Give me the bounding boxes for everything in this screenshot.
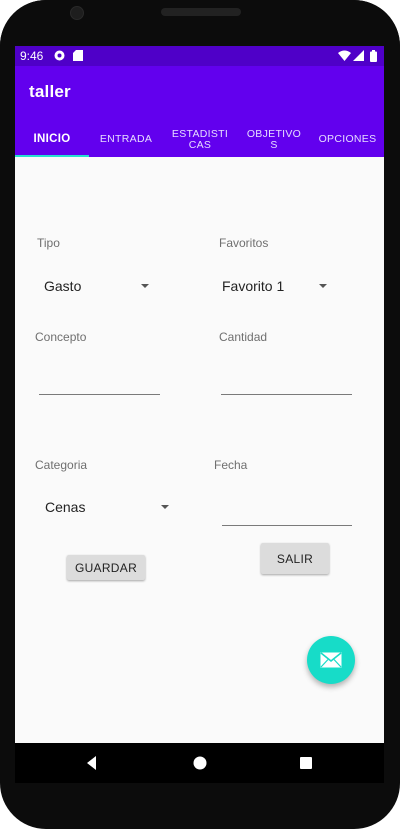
app-title: taller — [29, 82, 71, 101]
tab-label: ENTRADA — [99, 133, 153, 145]
chevron-down-icon — [319, 284, 327, 288]
earpiece-speaker — [161, 8, 241, 16]
home-icon[interactable] — [192, 755, 208, 771]
cantidad-label: Cantidad — [219, 330, 268, 344]
categoria-spinner[interactable]: Cenas — [39, 492, 173, 520]
send-mail-fab[interactable] — [307, 636, 355, 684]
fecha-field[interactable] — [222, 497, 352, 527]
favoritos-spinner[interactable]: Favorito 1 — [219, 272, 335, 300]
tab-estadisticas[interactable]: ESTADISTI CAS — [163, 122, 237, 157]
tab-entrada[interactable]: ENTRADA — [89, 122, 163, 157]
wifi-icon — [338, 50, 351, 61]
favoritos-value: Favorito 1 — [222, 278, 285, 294]
back-icon[interactable] — [84, 755, 100, 771]
settings-notification-icon — [54, 50, 65, 61]
cantidad-underline — [221, 394, 352, 395]
chevron-down-icon — [141, 284, 149, 288]
categoria-value: Cenas — [45, 499, 86, 515]
tab-indicator — [15, 155, 89, 157]
front-camera — [70, 6, 84, 20]
sd-card-icon — [73, 50, 84, 61]
status-bar: 9:46 — [15, 46, 384, 66]
tipo-spinner[interactable]: Gasto — [37, 272, 155, 300]
tab-label: OPCIONES — [318, 133, 377, 145]
tipo-value: Gasto — [44, 278, 82, 294]
tab-objetivos[interactable]: OBJETIVO S — [237, 122, 311, 157]
recents-icon[interactable] — [298, 755, 314, 771]
tab-bar: INICIO ENTRADA ESTADISTI CAS OBJETIVO S … — [15, 122, 384, 157]
tab-label: INICIO — [33, 133, 71, 145]
signal-icon — [353, 50, 364, 61]
mail-icon — [320, 652, 342, 668]
guardar-button[interactable]: GUARDAR — [67, 555, 145, 580]
concepto-field[interactable] — [39, 366, 160, 396]
tab-label: OBJETIVO S — [246, 127, 302, 151]
status-time: 9:46 — [20, 49, 44, 63]
favoritos-label: Favoritos — [219, 236, 269, 250]
tab-inicio[interactable]: INICIO — [15, 122, 89, 157]
concepto-label: Concepto — [35, 330, 87, 344]
battery-icon — [370, 50, 377, 62]
categoria-label: Categoria — [35, 458, 88, 472]
tipo-label: Tipo — [37, 236, 60, 250]
chevron-down-icon — [161, 505, 169, 509]
concepto-underline — [39, 394, 160, 395]
tab-opciones[interactable]: OPCIONES — [311, 122, 384, 157]
salir-button[interactable]: SALIR — [261, 543, 329, 574]
app-bar: taller INICIO ENTRADA ESTADISTI CAS OBJE… — [15, 66, 384, 157]
tab-label: ESTADISTI CAS — [171, 127, 229, 151]
fecha-underline — [222, 525, 352, 526]
cantidad-field[interactable] — [221, 366, 352, 396]
fecha-label: Fecha — [214, 458, 248, 472]
system-nav-bar — [15, 743, 384, 783]
phone-frame: 9:46 taller INICIO ENTRADA ESTADISTI CAS… — [0, 0, 400, 829]
phone-top-bezel — [0, 0, 400, 46]
